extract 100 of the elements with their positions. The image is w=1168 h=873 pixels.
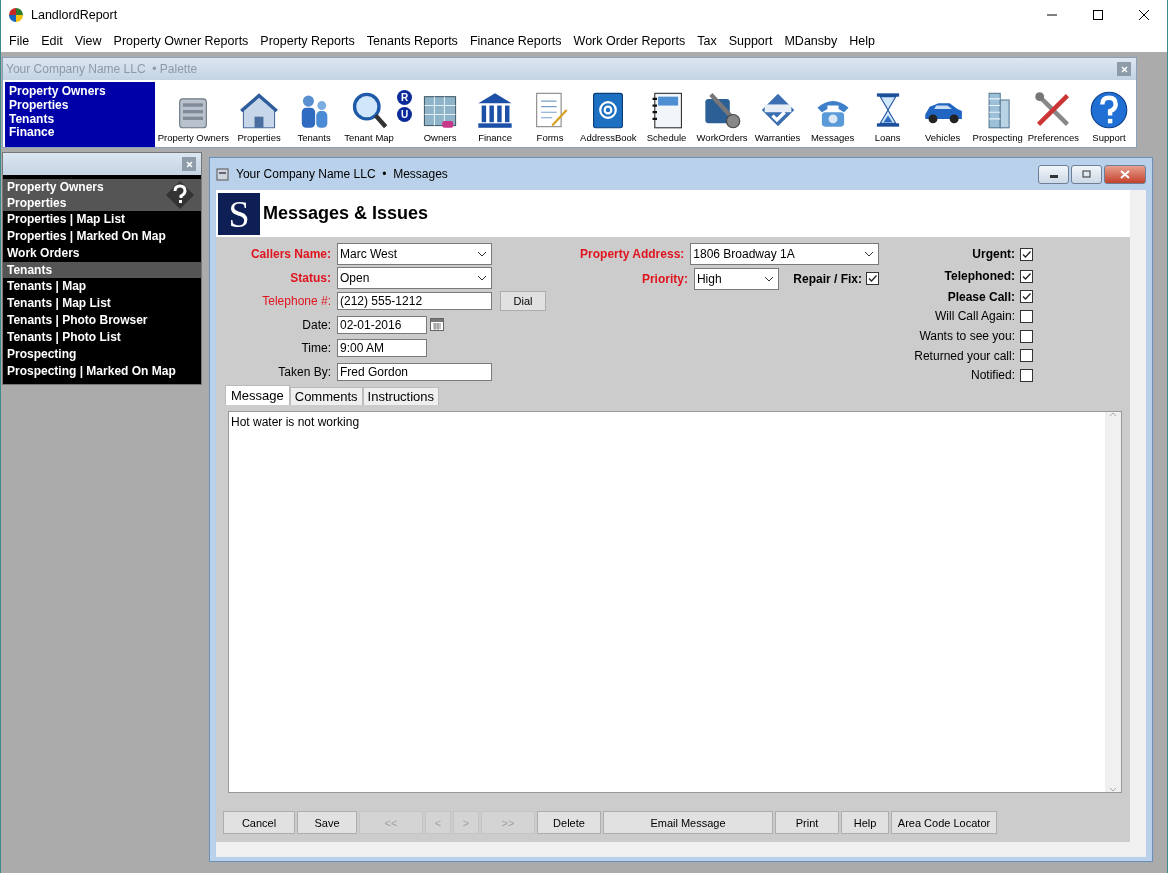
toolbar-button[interactable]: Preferences — [1025, 90, 1081, 143]
restore-button[interactable] — [1071, 164, 1102, 184]
toolbar-button[interactable]: Tenant Map — [342, 90, 397, 143]
message-text-area[interactable]: Hot water is not working — [228, 411, 1122, 793]
input-field[interactable]: (212) 555-1212 — [337, 292, 492, 311]
menu-item[interactable]: Finance Reports — [463, 34, 568, 48]
dial-button[interactable]: Dial — [500, 291, 546, 312]
menu-item[interactable]: File — [3, 34, 36, 48]
checkbox[interactable] — [1020, 269, 1033, 283]
field-label: Wants to see you: — [918, 329, 1016, 343]
quick-link[interactable]: Property Owners — [9, 85, 155, 99]
sidebar-item[interactable]: Tenants | Map List — [3, 295, 201, 312]
field-label: Returned your call: — [913, 348, 1016, 363]
toolbar-button[interactable]: Tenants — [287, 90, 342, 143]
menu-item[interactable]: View — [68, 34, 108, 48]
dropdown-field[interactable]: 1806 Broadway 1A — [690, 243, 879, 266]
menu-item[interactable]: Property Reports — [254, 34, 361, 48]
button[interactable]: Email Message — [603, 811, 773, 834]
checkbox[interactable] — [1020, 290, 1033, 304]
button[interactable]: Delete — [537, 811, 601, 834]
checkbox[interactable] — [1020, 247, 1033, 261]
toolbar-button[interactable]: Prospecting — [970, 90, 1025, 143]
menu-item[interactable]: Tax — [691, 34, 723, 48]
sidebar-item[interactable]: Property Owners — [3, 179, 201, 195]
menu-item[interactable]: Tenants Reports — [360, 34, 464, 48]
button[interactable]: Print — [775, 811, 839, 834]
tab[interactable]: Comments — [289, 387, 363, 405]
maximize-icon — [1092, 9, 1104, 21]
tab[interactable]: Message — [225, 385, 290, 405]
toolbar-button[interactable]: Loans — [860, 90, 915, 143]
field-label: Telephone #: — [261, 294, 332, 309]
close-button[interactable] — [182, 157, 196, 171]
input-field[interactable]: 9:00 AM — [337, 339, 427, 358]
input-field[interactable]: Fred Gordon — [337, 362, 492, 381]
scrollbar[interactable] — [216, 842, 1146, 857]
minimize-button[interactable] — [1038, 164, 1069, 184]
field-label: Date: — [301, 317, 332, 332]
letter-badge[interactable]: U — [397, 107, 413, 122]
form-heading: Messages & Issues — [263, 203, 429, 224]
close-button[interactable] — [1117, 62, 1131, 76]
sidebar-item[interactable]: Properties — [3, 195, 201, 211]
sidebar-item[interactable]: Tenants — [3, 262, 201, 278]
sidebar-item[interactable]: Tenants | Map — [3, 278, 201, 295]
menu-item[interactable]: Work Order Reports — [567, 34, 692, 48]
letter-badge[interactable]: R — [397, 90, 413, 105]
dropdown-caret-icon — [477, 251, 487, 258]
tab[interactable]: Instructions — [362, 387, 440, 405]
toolbar-button[interactable]: Properties — [232, 90, 287, 143]
input-field[interactable]: 02-01-2016 — [337, 315, 427, 334]
toolbar-button[interactable]: Warranties — [750, 90, 805, 143]
help-icon[interactable] — [165, 180, 195, 210]
toolbar-button[interactable]: Vehicles — [915, 90, 970, 143]
button[interactable]: Area Code Locator — [891, 811, 997, 834]
sidebar-item[interactable]: Properties | Map List — [3, 211, 201, 228]
dropdown-caret-icon — [864, 251, 874, 258]
button[interactable]: Help — [841, 811, 889, 834]
dropdown-field[interactable]: High — [693, 267, 780, 290]
menu-item[interactable]: Help — [843, 34, 881, 48]
toolbar-button[interactable]: Support — [1082, 90, 1136, 143]
app-logo-icon — [9, 8, 23, 22]
toolbar-button[interactable]: AddressBook — [578, 90, 639, 143]
toolbar-button[interactable]: Forms — [523, 90, 578, 143]
calendar-icon[interactable] — [430, 318, 444, 332]
toolbar-button[interactable]: Owners — [413, 90, 468, 143]
toolbar-button[interactable]: Schedule — [639, 90, 694, 143]
dropdown-field[interactable]: Marc West — [337, 243, 492, 266]
button[interactable]: Cancel — [223, 811, 295, 834]
sidebar-item[interactable]: Tenants | Photo Browser — [3, 312, 201, 329]
field-label: Please Call: — [946, 289, 1016, 304]
checkbox[interactable] — [1020, 309, 1033, 323]
field-label: Callers Name: — [249, 247, 332, 262]
checkbox[interactable] — [1020, 349, 1033, 363]
close-icon — [1138, 9, 1150, 21]
button[interactable]: Save — [297, 811, 357, 834]
checkbox[interactable] — [1020, 368, 1033, 382]
close-button[interactable] — [1104, 164, 1146, 184]
sidebar-item[interactable]: Prospecting — [3, 346, 201, 363]
window-title: Your Company Name LLC • Messages — [236, 167, 449, 181]
field-label: Notified: — [969, 368, 1016, 383]
checkbox[interactable] — [866, 272, 879, 286]
toolbar-button[interactable]: Property Owners — [155, 90, 232, 143]
sidebar-item[interactable]: Prospecting | Marked On Map — [3, 363, 201, 380]
checkbox[interactable] — [1020, 329, 1033, 343]
sidebar-item[interactable]: Properties | Marked On Map — [3, 228, 201, 245]
quick-link[interactable]: Properties — [9, 98, 155, 113]
field-label: Status: — [289, 270, 332, 285]
sidebar-item[interactable]: Tenants | Photo List — [3, 329, 201, 346]
quick-link[interactable]: Tenants — [9, 112, 155, 127]
menu-item[interactable]: Support — [722, 34, 779, 48]
menu-item[interactable]: Property Owner Reports — [107, 34, 255, 48]
sidebar-item[interactable]: Work Orders — [3, 245, 201, 262]
menu-item[interactable]: MDansby — [778, 34, 844, 48]
app-logo: S — [218, 192, 260, 235]
quick-link[interactable]: Finance — [9, 126, 155, 141]
toolbar-button[interactable]: Messages — [805, 90, 860, 143]
toolbar-button[interactable]: Finance — [468, 90, 523, 143]
dropdown-field[interactable]: Open — [337, 266, 492, 289]
toolbar-button[interactable]: WorkOrders — [694, 90, 750, 143]
scrollbar[interactable] — [1130, 190, 1146, 842]
menu-item[interactable]: Edit — [35, 34, 69, 48]
